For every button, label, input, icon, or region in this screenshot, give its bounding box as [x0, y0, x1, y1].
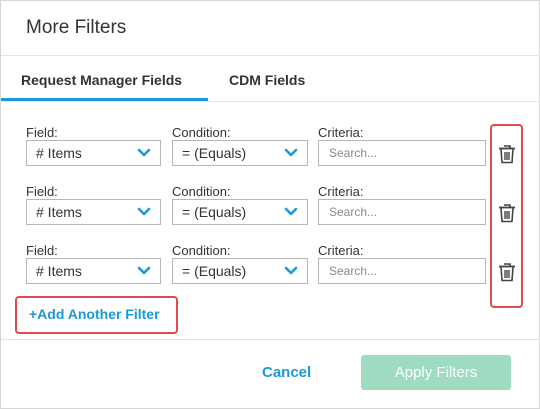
criteria-search-input[interactable] [318, 140, 486, 166]
field-label: Field: [26, 125, 58, 140]
criteria-label: Criteria: [318, 125, 364, 140]
add-filter-highlight: +Add Another Filter [15, 296, 178, 334]
criteria-label: Criteria: [318, 243, 364, 258]
trash-icon[interactable] [498, 144, 516, 164]
condition-select[interactable]: = (Equals) [172, 258, 308, 284]
cancel-button[interactable]: Cancel [262, 364, 311, 381]
condition-select[interactable]: = (Equals) [172, 199, 308, 225]
dialog-title: More Filters [26, 17, 127, 38]
trash-icon[interactable] [498, 203, 516, 223]
condition-select-value: = (Equals) [182, 145, 247, 161]
field-select-value: # Items [36, 204, 82, 220]
field-label: Field: [26, 184, 58, 199]
footer-divider [1, 339, 540, 340]
chevron-down-icon [137, 207, 151, 216]
tab-bar: Request Manager Fields CDM Fields [1, 57, 540, 102]
field-select-value: # Items [36, 263, 82, 279]
field-select-value: # Items [36, 145, 82, 161]
chevron-down-icon [137, 266, 151, 275]
criteria-search-input[interactable] [318, 199, 486, 225]
add-another-filter-link[interactable]: +Add Another Filter [29, 306, 160, 322]
header-divider [1, 55, 540, 56]
filter-row: Field: # Items Condition: = (Equals) Cri… [26, 125, 496, 175]
tab-request-manager-fields[interactable]: Request Manager Fields [21, 72, 182, 88]
condition-label: Condition: [172, 184, 231, 199]
tabs-divider [1, 101, 540, 102]
chevron-down-icon [284, 207, 298, 216]
tab-cdm-fields[interactable]: CDM Fields [229, 72, 305, 88]
condition-label: Condition: [172, 243, 231, 258]
condition-label: Condition: [172, 125, 231, 140]
apply-filters-button[interactable]: Apply Filters [361, 355, 511, 390]
chevron-down-icon [284, 266, 298, 275]
criteria-search-input[interactable] [318, 258, 486, 284]
chevron-down-icon [137, 148, 151, 157]
field-select[interactable]: # Items [26, 258, 161, 284]
condition-select-value: = (Equals) [182, 263, 247, 279]
field-select[interactable]: # Items [26, 140, 161, 166]
filter-row: Field: # Items Condition: = (Equals) Cri… [26, 184, 496, 234]
condition-select-value: = (Equals) [182, 204, 247, 220]
trash-icon[interactable] [498, 262, 516, 282]
field-label: Field: [26, 243, 58, 258]
field-select[interactable]: # Items [26, 199, 161, 225]
condition-select[interactable]: = (Equals) [172, 140, 308, 166]
criteria-label: Criteria: [318, 184, 364, 199]
filter-row: Field: # Items Condition: = (Equals) Cri… [26, 243, 496, 293]
chevron-down-icon [284, 148, 298, 157]
more-filters-dialog: More Filters Request Manager Fields CDM … [0, 0, 540, 409]
